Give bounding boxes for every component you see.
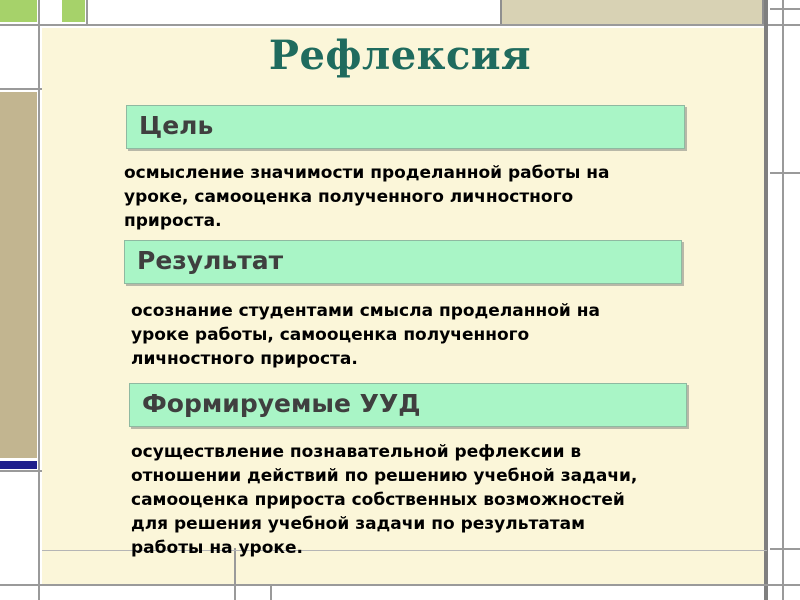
heading-goal: Цель	[126, 105, 685, 149]
divider	[270, 586, 272, 600]
text-line: работы на уроке.	[131, 538, 303, 558]
heading-uud: Формируемые УУД	[129, 383, 687, 427]
deco-block-top-green	[62, 0, 85, 22]
divider	[770, 548, 800, 550]
divider	[0, 88, 42, 90]
text-line: осуществление познавательной рефлексии в	[131, 442, 582, 462]
text-line: осознание студентами смысла проделанной …	[131, 301, 600, 321]
divider	[770, 172, 800, 174]
divider	[782, 0, 784, 600]
divider	[38, 0, 40, 600]
text-line: для решения учебной задачи по результата…	[131, 514, 585, 534]
deco-stripe-navy	[0, 461, 37, 469]
divider	[86, 0, 88, 26]
divider	[0, 584, 800, 586]
text-line: личностного прироста.	[131, 349, 358, 369]
uud-text: осуществление познавательной рефлексии в…	[131, 440, 711, 560]
divider	[770, 8, 800, 10]
divider	[0, 24, 800, 26]
slide-title: Рефлексия	[268, 32, 532, 79]
deco-block-top-right-tan	[500, 0, 764, 26]
divider	[0, 470, 42, 472]
deco-block-left-tan	[0, 92, 37, 458]
divider	[764, 0, 768, 600]
text-line: осмысление значимости проделанной работы…	[124, 163, 610, 183]
text-line: уроке работы, самооценка полученного	[131, 325, 530, 345]
goal-text: осмысление значимости проделанной работы…	[124, 161, 684, 233]
heading-result: Результат	[124, 240, 682, 284]
text-line: отношении действий по решению учебной за…	[131, 466, 638, 486]
result-text: осознание студентами смысла проделанной …	[131, 299, 691, 371]
text-line: самооценка прироста собственных возможно…	[131, 490, 625, 510]
text-line: уроке, самооценка полученного личностног…	[124, 187, 574, 207]
deco-block-top-left-green	[0, 0, 37, 22]
text-line: прироста.	[124, 211, 222, 231]
